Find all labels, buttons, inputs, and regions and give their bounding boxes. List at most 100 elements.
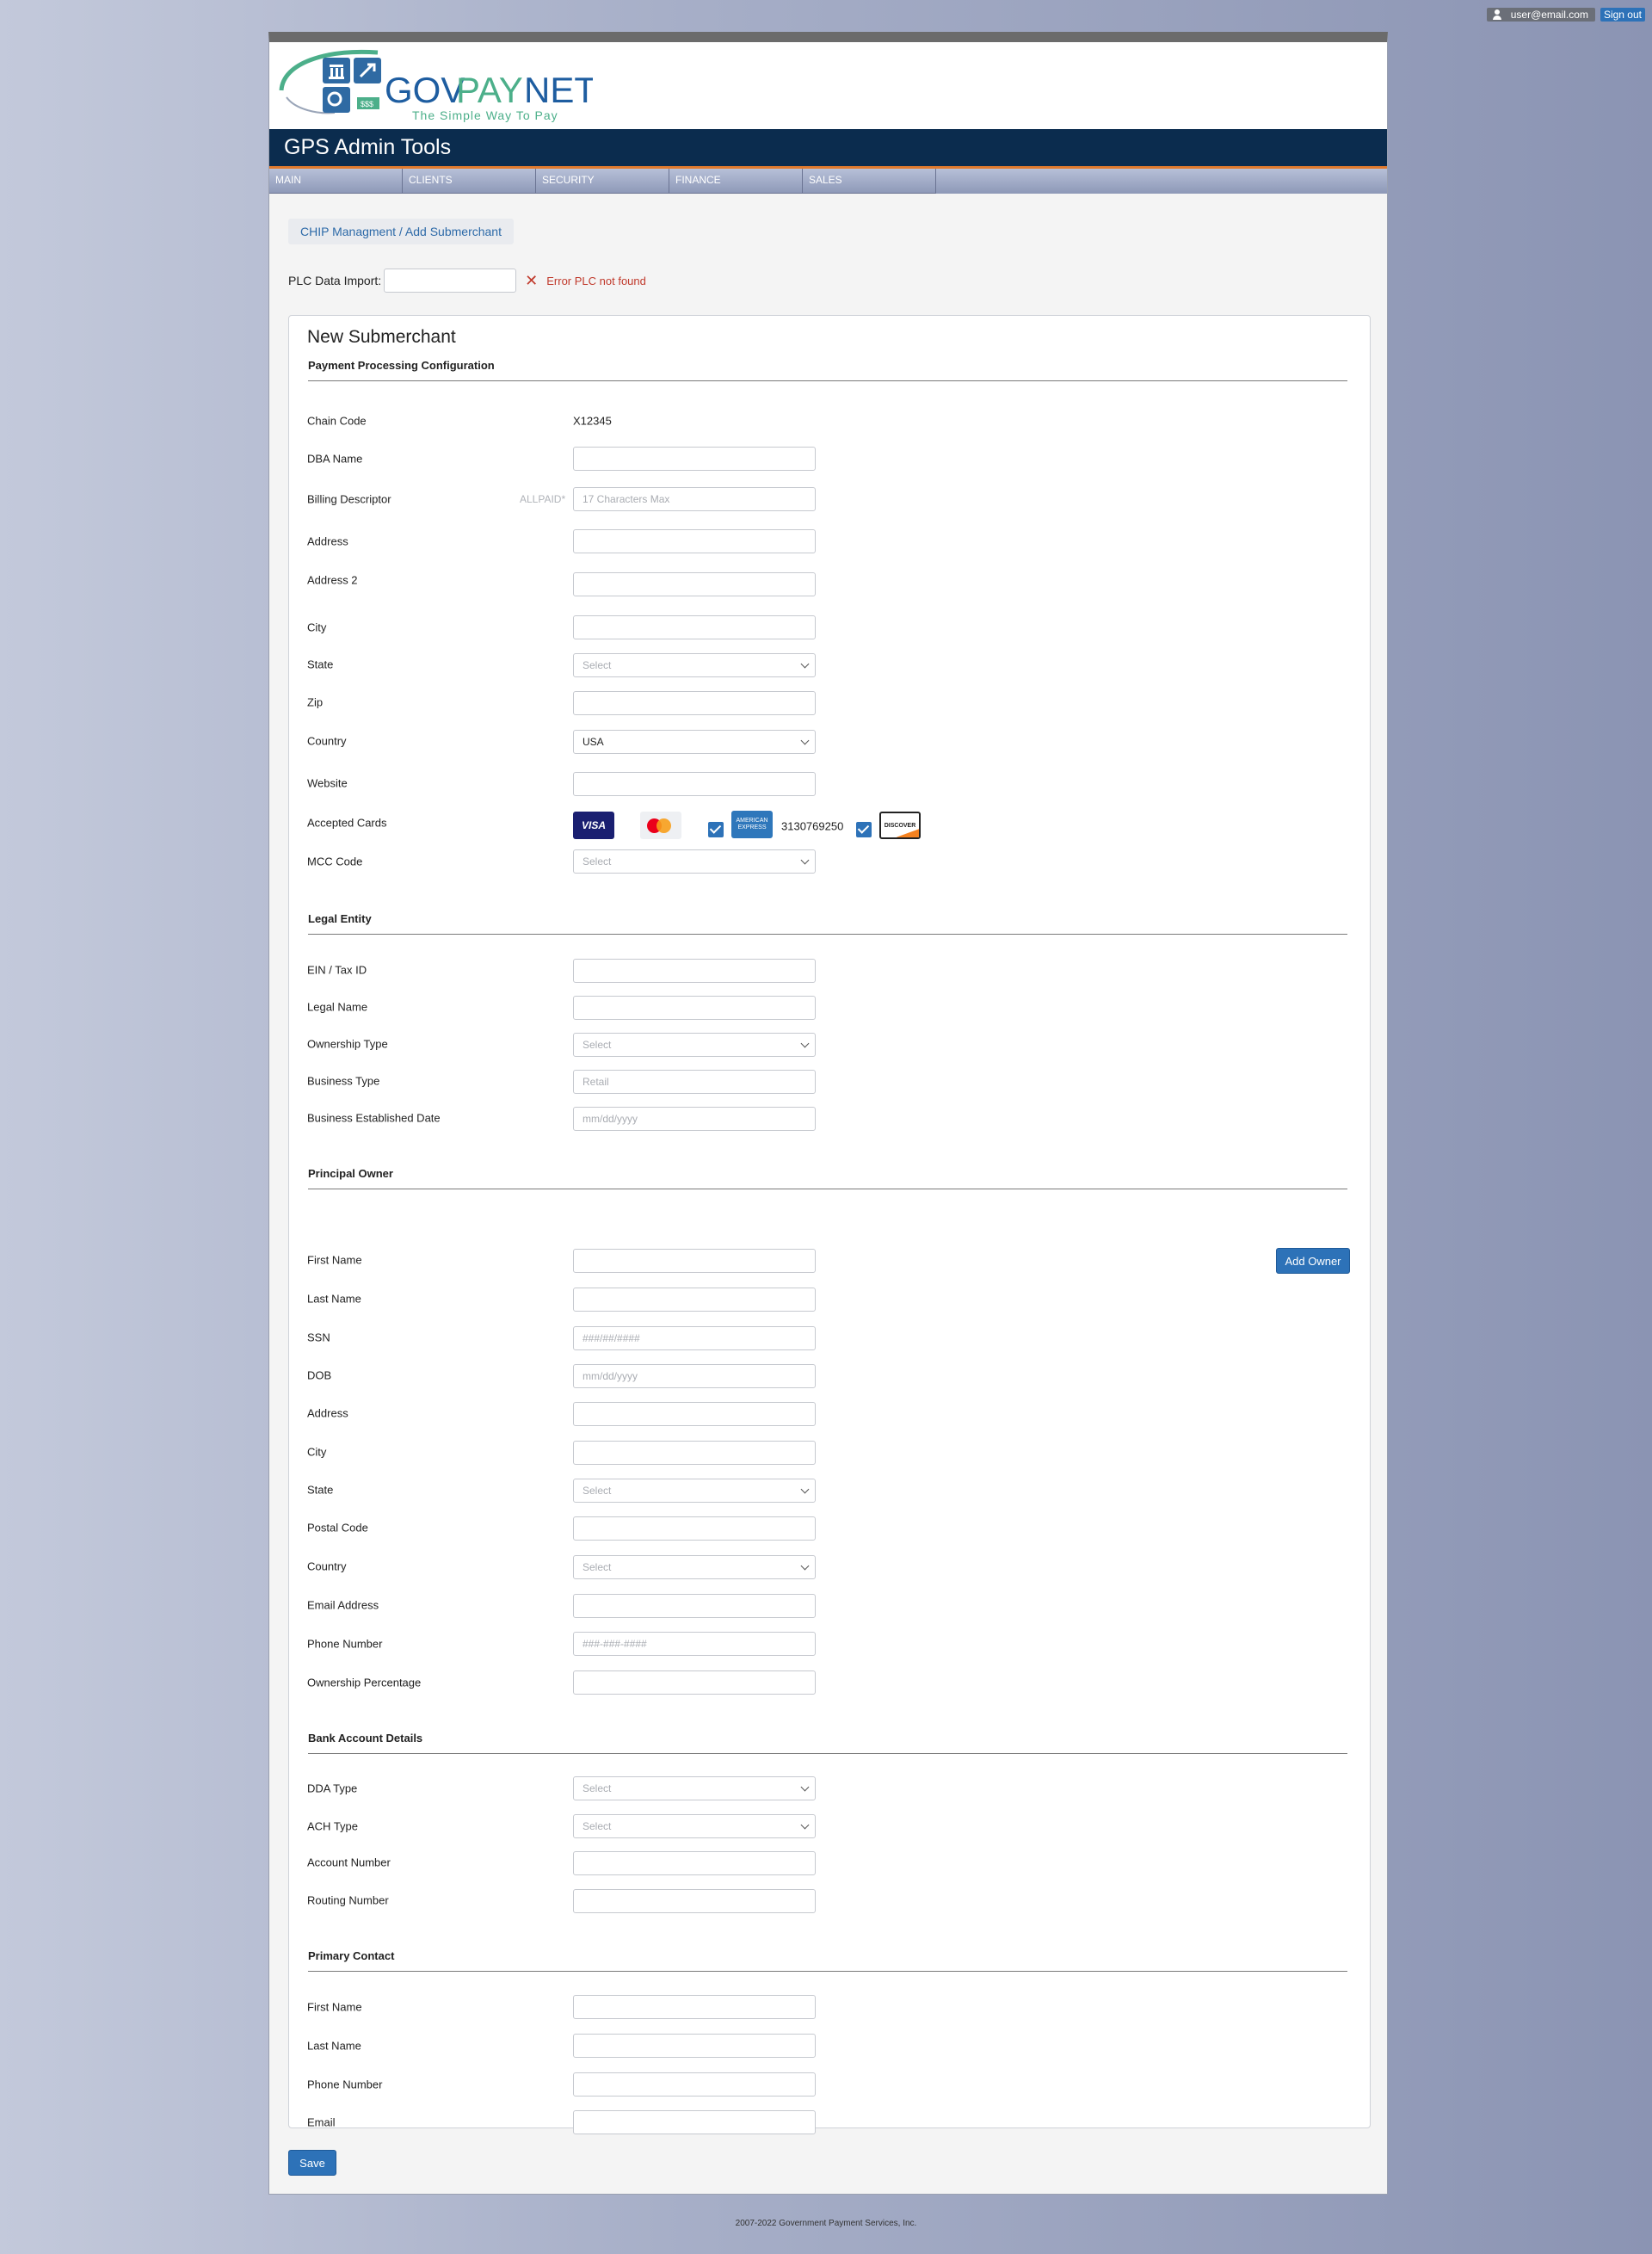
owner-address-input[interactable]: [573, 1402, 816, 1426]
account-number-input[interactable]: [573, 1851, 816, 1875]
billing-input[interactable]: 17 Characters Max: [573, 487, 816, 511]
error-close-icon: ✕: [525, 271, 539, 289]
dda-type-label: DDA Type: [307, 1782, 358, 1795]
legal-name-label: Legal Name: [307, 1000, 368, 1014]
chevron-down-icon: [800, 1561, 810, 1571]
add-owner-button[interactable]: Add Owner: [1276, 1248, 1350, 1274]
state-select[interactable]: Select: [573, 653, 816, 677]
ach-type-select[interactable]: Select: [573, 1814, 816, 1838]
country-select-value: USA: [583, 736, 604, 748]
mcc-select[interactable]: Select: [573, 849, 816, 874]
ownership-type-label: Ownership Type: [307, 1037, 388, 1051]
billing-label: Billing Descriptor: [307, 492, 391, 506]
owner-country-select[interactable]: Select: [573, 1555, 816, 1579]
chevron-down-icon: [800, 1782, 810, 1792]
dob-label: DOB: [307, 1368, 332, 1382]
nav-finance[interactable]: FINANCE: [669, 169, 803, 194]
owner-first-name-input[interactable]: [573, 1249, 816, 1273]
chain-code-value: X12345: [573, 414, 612, 428]
chevron-down-icon: [800, 1039, 810, 1048]
dob-input[interactable]: mm/dd/yyyy: [573, 1364, 816, 1388]
zip-input[interactable]: [573, 691, 816, 715]
billing-prefix: ALLPAID*: [520, 493, 566, 505]
address-input[interactable]: [573, 529, 816, 553]
city-label: City: [307, 621, 327, 634]
owner-city-input[interactable]: [573, 1441, 816, 1465]
account-number-label: Account Number: [307, 1856, 391, 1869]
discover-checkbox[interactable]: [856, 822, 872, 837]
chain-code-label: Chain Code: [307, 414, 367, 428]
legal-name-input[interactable]: [573, 996, 816, 1020]
ein-input[interactable]: [573, 959, 816, 983]
contact-phone-label: Phone Number: [307, 2078, 383, 2091]
user-email: user@email.com: [1510, 9, 1588, 21]
routing-number-input[interactable]: [573, 1889, 816, 1913]
owner-country-label: Country: [307, 1559, 347, 1573]
chevron-down-icon: [800, 1820, 810, 1830]
nav-clients[interactable]: CLIENTS: [403, 169, 536, 194]
contact-last-name-input[interactable]: [573, 2034, 816, 2058]
owner-phone-input[interactable]: ###-###-####: [573, 1632, 816, 1656]
owner-state-select[interactable]: Select: [573, 1479, 816, 1503]
ach-type-value: Select: [583, 1820, 612, 1832]
ownership-type-select[interactable]: Select: [573, 1033, 816, 1057]
postal-code-input[interactable]: [573, 1516, 816, 1541]
amex-checkbox[interactable]: [708, 822, 724, 837]
state-label: State: [307, 658, 334, 671]
contact-phone-input[interactable]: [573, 2072, 816, 2097]
section-legal: Legal Entity: [308, 912, 1347, 935]
owner-email-input[interactable]: [573, 1594, 816, 1618]
contact-email-label: Email: [307, 2115, 336, 2129]
website-label: Website: [307, 776, 348, 790]
nav-main[interactable]: MAIN: [269, 169, 403, 194]
website-input[interactable]: [573, 772, 816, 796]
contact-first-name-input[interactable]: [573, 1995, 816, 2019]
save-button[interactable]: Save: [288, 2150, 336, 2176]
sign-out-button[interactable]: Sign out: [1600, 8, 1645, 22]
user-chip[interactable]: user@email.com: [1486, 8, 1595, 22]
owner-country-value: Select: [583, 1561, 612, 1573]
amex-merchant-number: 3130769250: [781, 819, 844, 833]
ach-type-label: ACH Type: [307, 1819, 359, 1833]
state-select-value: Select: [583, 659, 612, 671]
ssn-label: SSN: [307, 1331, 330, 1344]
nav-security[interactable]: SECURITY: [536, 169, 669, 194]
ssn-input[interactable]: ###/##/####: [573, 1326, 816, 1350]
user-icon: [1492, 9, 1502, 20]
chevron-down-icon: [800, 736, 810, 745]
plc-input[interactable]: [384, 269, 517, 293]
breadcrumb[interactable]: CHIP Managment / Add Submerchant: [288, 219, 514, 244]
page-header: GPS Admin Tools: [269, 129, 1387, 169]
accepted-cards-label: Accepted Cards: [307, 816, 387, 830]
established-date-label: Business Established Date: [307, 1111, 441, 1125]
dba-input[interactable]: [573, 447, 816, 471]
mastercard-icon: [640, 812, 681, 839]
footer-copyright: 2007-2022 Government Payment Services, I…: [735, 2219, 917, 2228]
dda-type-value: Select: [583, 1782, 612, 1794]
owner-state-label: State: [307, 1483, 334, 1497]
nav-sales[interactable]: SALES: [803, 169, 936, 194]
section-owner: Principal Owner: [308, 1167, 1347, 1189]
owner-last-name-input[interactable]: [573, 1288, 816, 1312]
established-date-input[interactable]: mm/dd/yyyy: [573, 1107, 816, 1131]
city-input[interactable]: [573, 615, 816, 639]
contact-email-input[interactable]: [573, 2110, 816, 2134]
top-user-bar: user@email.com Sign out: [1486, 8, 1645, 22]
brand-pay: PAY: [456, 70, 523, 110]
header-title: GPS Admin Tools: [284, 135, 452, 159]
dollar-text: $$$: [361, 100, 373, 108]
dba-label: DBA Name: [307, 452, 363, 466]
zip-label: Zip: [307, 695, 324, 709]
owner-last-name-label: Last Name: [307, 1292, 361, 1306]
section-contact: Primary Contact: [308, 1949, 1347, 1972]
ownership-pct-input[interactable]: [573, 1670, 816, 1695]
owner-first-name-label: First Name: [307, 1253, 362, 1267]
country-select[interactable]: USA: [573, 730, 816, 754]
routing-number-label: Routing Number: [307, 1893, 389, 1907]
new-submerchant-panel: New Submerchant Payment Processing Confi…: [288, 315, 1371, 2134]
owner-email-label: Email Address: [307, 1598, 379, 1612]
business-type-input[interactable]: Retail: [573, 1070, 816, 1094]
address2-input[interactable]: [573, 572, 816, 596]
dda-type-select[interactable]: Select: [573, 1776, 816, 1800]
address2-label: Address 2: [307, 573, 358, 587]
